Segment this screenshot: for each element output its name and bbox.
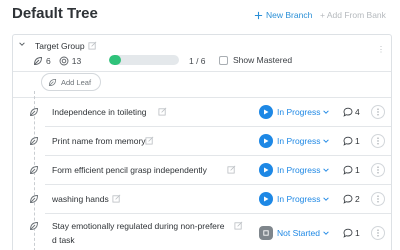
leaf-icon xyxy=(30,166,38,174)
leaf-icon xyxy=(30,137,38,145)
comment-count[interactable]: 1 xyxy=(343,228,360,238)
more-icon[interactable] xyxy=(371,105,385,119)
leaf-icon xyxy=(48,78,57,86)
divider xyxy=(13,97,391,98)
chevron-down-icon[interactable] xyxy=(322,166,330,174)
divider xyxy=(45,184,391,185)
group-progress-bar xyxy=(109,55,179,65)
comment-icon xyxy=(343,136,353,146)
target-icon xyxy=(59,56,69,66)
page-title: Default Tree xyxy=(12,5,98,22)
status-dropdown[interactable]: In Progress xyxy=(277,165,320,175)
play-icon[interactable] xyxy=(259,163,273,177)
comment-icon xyxy=(343,107,353,117)
leaf-row[interactable]: Stay emotionally regulated during non-pr… xyxy=(13,215,391,250)
play-icon[interactable] xyxy=(259,134,273,148)
leaf-icon xyxy=(30,108,38,116)
new-branch-label: New Branch xyxy=(266,10,313,20)
new-branch-button[interactable]: New Branch xyxy=(254,10,312,20)
target-group-panel: Target Group 6 13 1 / 6 Show Mastered ⋮ … xyxy=(12,34,392,250)
leaf-count: 6 xyxy=(46,56,51,66)
more-icon[interactable] xyxy=(371,192,385,206)
divider xyxy=(45,126,391,127)
target-count-stat: 13 xyxy=(59,56,81,66)
leaf-icon xyxy=(30,195,38,203)
divider xyxy=(45,155,391,156)
leaf-row[interactable]: washing hands In Progress 2 xyxy=(13,186,391,213)
divider xyxy=(45,213,391,214)
comment-count-value: 1 xyxy=(355,165,360,175)
comment-count-value: 1 xyxy=(355,136,360,146)
edit-icon[interactable] xyxy=(145,136,154,145)
comment-count-value: 2 xyxy=(355,194,360,204)
more-icon[interactable] xyxy=(371,163,385,177)
show-mastered-label: Show Mastered xyxy=(233,55,293,65)
leaf-row[interactable]: Form efficient pencil grasp independentl… xyxy=(13,157,391,184)
chevron-down-icon[interactable] xyxy=(322,229,330,237)
status-dropdown[interactable]: In Progress xyxy=(277,107,320,117)
play-icon[interactable] xyxy=(259,192,273,206)
more-icon[interactable] xyxy=(371,134,385,148)
group-more-icon[interactable]: ⋮ xyxy=(377,45,385,54)
leaf-icon xyxy=(30,222,38,230)
comment-count[interactable]: 1 xyxy=(343,165,360,175)
group-progress-fill xyxy=(109,55,121,65)
chevron-down-icon[interactable] xyxy=(18,40,26,48)
chevron-down-icon[interactable] xyxy=(322,108,330,116)
comment-icon xyxy=(343,194,353,204)
edit-icon[interactable] xyxy=(112,194,121,203)
comment-icon xyxy=(343,165,353,175)
play-icon[interactable] xyxy=(259,105,273,119)
add-leaf-button[interactable]: Add Leaf xyxy=(41,73,102,91)
edit-icon[interactable] xyxy=(88,41,97,50)
comment-count[interactable]: 4 xyxy=(343,107,360,117)
page-header: Default Tree New Branch + Add From Bank xyxy=(0,0,400,34)
leaf-count-stat: 6 xyxy=(33,56,51,66)
comment-count[interactable]: 1 xyxy=(343,136,360,146)
comment-count[interactable]: 2 xyxy=(343,194,360,204)
more-icon[interactable] xyxy=(371,226,385,240)
group-stats: 6 13 xyxy=(33,55,89,67)
edit-icon[interactable] xyxy=(234,221,243,230)
chevron-down-icon[interactable] xyxy=(322,195,330,203)
leaf-name: washing hands xyxy=(52,194,109,204)
show-mastered-toggle[interactable]: Show Mastered xyxy=(219,55,292,65)
stop-icon[interactable] xyxy=(259,226,273,240)
leaf-icon xyxy=(34,57,42,65)
leaf-name: Print name from memory xyxy=(52,136,146,146)
leaf-name: Independence in toileting xyxy=(52,107,147,117)
comment-count-value: 1 xyxy=(355,228,360,238)
plus-icon xyxy=(254,11,263,19)
leaf-name-line-1: Stay emotionally regulated during non-pr… xyxy=(52,221,225,231)
add-leaf-label: Add Leaf xyxy=(61,77,92,87)
leaf-row[interactable]: Print name from memory In Progress 1 xyxy=(13,128,391,155)
edit-icon[interactable] xyxy=(158,107,167,116)
show-mastered-checkbox[interactable] xyxy=(219,55,228,65)
edit-icon[interactable] xyxy=(227,165,236,174)
status-dropdown[interactable]: In Progress xyxy=(277,136,320,146)
target-group-header: Target Group 6 13 1 / 6 Show Mastered ⋮ xyxy=(13,35,391,71)
chevron-down-icon[interactable] xyxy=(322,137,330,145)
status-dropdown[interactable]: Not Started xyxy=(277,228,320,238)
leaf-name: Form efficient pencil grasp independentl… xyxy=(52,165,207,175)
leaf-name-line-2: d task xyxy=(52,235,75,245)
add-from-bank-button[interactable]: + Add From Bank xyxy=(320,10,386,20)
leaf-row[interactable]: Independence in toileting In Progress 4 xyxy=(13,99,391,126)
comment-icon xyxy=(343,228,353,238)
target-count: 13 xyxy=(71,56,82,66)
group-progress-text: 1 / 6 xyxy=(189,56,206,66)
comment-count-value: 4 xyxy=(355,107,360,117)
divider xyxy=(13,71,391,72)
target-group-name: Target Group xyxy=(35,41,85,51)
status-dropdown[interactable]: In Progress xyxy=(277,194,320,204)
